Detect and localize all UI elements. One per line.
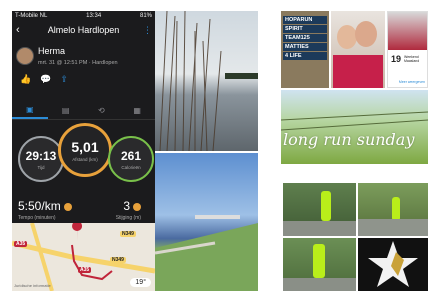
face-right (355, 21, 377, 47)
time-value: 29:13 (25, 148, 57, 163)
main-road (30, 223, 54, 291)
activity-title: Almelo Hardlopen (47, 25, 120, 35)
canal-photo (155, 153, 258, 291)
badge-icon (133, 202, 141, 211)
road-label-a35b: A35 (78, 267, 92, 273)
tab-laps[interactable]: ⟲ (84, 102, 120, 119)
pace-label: Tempo (minuten) (18, 215, 56, 221)
sign-1: HOPARUN (283, 16, 327, 24)
tab-list[interactable]: ▤ (48, 102, 84, 119)
sign-3: TEAM125 (283, 34, 327, 42)
route-map[interactable]: A35 N349 N349 A35 19° Juridische informa… (12, 223, 155, 291)
elevation-value: 3 (123, 199, 130, 213)
carrier-label: T-Mobile NL (15, 13, 48, 19)
more-icon[interactable]: ⋮ (143, 21, 152, 39)
pace-value: 5:50/km (18, 199, 61, 213)
star-drawing (368, 241, 418, 287)
battery-label: 81% (139, 13, 152, 19)
back-chevron-icon[interactable]: ‹ (16, 21, 20, 39)
shirts (333, 55, 383, 88)
event-more-link[interactable]: Meer weergeven (399, 80, 425, 84)
summary-tab-icon: ▣ (26, 105, 34, 114)
road-label-n349b: N349 (110, 257, 126, 263)
action-row: 👍 💬 ⇪ (20, 74, 80, 88)
user-row[interactable]: Herma mrt. 31 @ 12:51 PM · Hardlopen (16, 43, 151, 71)
sign-2: SPIRIT (283, 25, 327, 33)
runner-photo-1 (283, 183, 356, 236)
event-card-image (388, 12, 427, 50)
elevation-label: Stijging (m) (115, 215, 141, 221)
reeds-drawing (159, 11, 258, 151)
distance-value: 5,01 (71, 138, 99, 155)
map-legal-link[interactable]: Juridische informatie (14, 283, 51, 288)
phone-screenshot: T-Mobile NL 13:34 81% ‹ Almelo Hardlopen… (12, 11, 155, 291)
thumbs-up-icon[interactable]: 👍 (20, 74, 31, 88)
temperature-badge: 19° (130, 278, 151, 287)
runner-photo-3 (283, 238, 356, 291)
activity-subtitle: mrt. 31 @ 12:51 PM · Hardlopen (38, 60, 118, 66)
tab-bar: ▣ ▤ ⟲ ▦ (12, 102, 155, 120)
calories-value: 261 (120, 148, 142, 163)
time-label: Tijd (37, 164, 45, 170)
comment-icon[interactable]: 💬 (40, 74, 51, 88)
chart-tab-icon: ▦ (133, 106, 141, 115)
runner-photo-2 (358, 183, 428, 236)
event-card[interactable]: 19 Weekend Maasland Meer weergeven (387, 11, 428, 88)
clock-label: 13:34 (86, 13, 102, 19)
sign-4: MATTIES (283, 43, 327, 51)
path-ground-3 (283, 278, 356, 291)
road-label-a35: A35 (14, 241, 28, 247)
share-icon[interactable]: ⇪ (60, 74, 68, 88)
calories-ring: 261 Calorieën (108, 136, 154, 182)
star-badge-image (358, 238, 428, 291)
face-left (337, 25, 357, 49)
start-pin-icon (72, 223, 83, 241)
path-ground-2 (358, 219, 428, 236)
status-bar: T-Mobile NL 13:34 81% (12, 11, 155, 21)
elevation-stat: 3 Stijging (m) (116, 199, 141, 221)
canal-drawing (155, 215, 258, 291)
signpost-photo: HOPARUN SPIRIT TEAM125 MATTIES 4 LIFE (281, 11, 329, 88)
reeds-photo (155, 11, 258, 151)
time-ring: 29:13 Tijd (18, 136, 64, 182)
badge-icon (63, 202, 72, 211)
path-ground (283, 221, 356, 236)
loop-tab-icon: ⟲ (98, 106, 105, 115)
sign-stack: HOPARUN SPIRIT TEAM125 MATTIES 4 LIFE (283, 15, 327, 61)
runner-figure (321, 191, 331, 221)
selfie-photo (331, 11, 385, 88)
event-date: 19 (391, 54, 402, 64)
list-tab-icon: ▤ (61, 106, 70, 115)
avatar[interactable] (16, 47, 34, 65)
pace-stat: 5:50/km Tempo (minuten) (18, 199, 72, 221)
tab-chart[interactable]: ▦ (119, 102, 155, 119)
distance-ring: 5,01 Afstand (km) (58, 123, 112, 177)
meadow-photo: long run sunday (281, 90, 428, 164)
fence-drawing (281, 111, 428, 131)
road-label-n349: N349 (120, 231, 136, 237)
runner-figure-small (392, 197, 400, 221)
calories-label: Calorieën (121, 164, 141, 170)
runner-figure-close (313, 244, 325, 278)
user-name: Herma (38, 46, 66, 56)
title-bar: ‹ Almelo Hardlopen ⋮ (12, 21, 155, 39)
event-title: Weekend Maasland (404, 55, 420, 63)
script-caption: long run sunday (283, 130, 415, 149)
sign-5: 4 LIFE (283, 52, 327, 60)
tab-summary[interactable]: ▣ (12, 102, 48, 119)
distance-label: Afstand (km) (72, 156, 98, 162)
